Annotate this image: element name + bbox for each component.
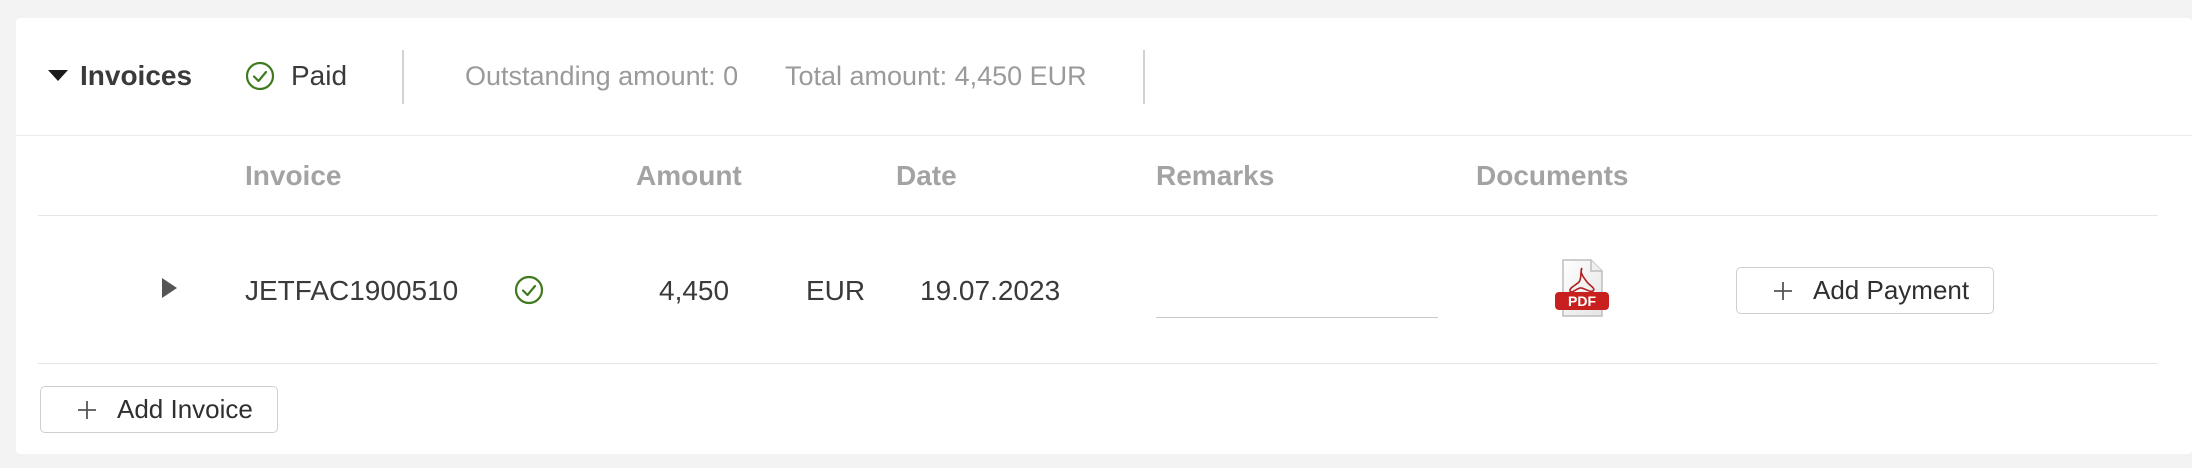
add-invoice-label: Add Invoice [117, 394, 253, 424]
total-amount: Total amount: 4,450 EUR [785, 61, 1087, 91]
check-circle-icon [514, 275, 544, 305]
invoice-currency: EUR [806, 275, 866, 306]
pdf-file-icon[interactable]: PDF [1552, 258, 1612, 320]
invoices-header: Invoices Paid Outstanding amount: 0 Tota… [16, 18, 2192, 136]
column-header-amount: Amount [636, 160, 742, 191]
section-title[interactable]: Invoices [80, 58, 192, 94]
divider [38, 363, 2158, 364]
status-label: Paid [291, 60, 348, 91]
divider [1143, 50, 1145, 104]
add-payment-label: Add Payment [1813, 275, 1970, 305]
check-circle-icon [245, 61, 275, 91]
invoice-number: JETFAC1900510 [245, 275, 459, 306]
divider [402, 50, 404, 104]
add-payment-button[interactable]: Add Payment [1736, 267, 1994, 314]
remarks-input[interactable] [1156, 276, 1438, 318]
invoice-amount: 4,450 [659, 275, 730, 306]
plus-icon [1774, 281, 1792, 300]
invoice-date: 19.07.2023 [920, 275, 1061, 306]
column-header-documents: Documents [1476, 160, 1629, 191]
caret-right-icon[interactable] [162, 278, 177, 298]
plus-icon [78, 400, 96, 419]
column-header-invoice: Invoice [245, 160, 342, 191]
caret-down-icon[interactable] [48, 70, 68, 81]
pdf-label: PDF [1568, 293, 1596, 309]
outstanding-amount: Outstanding amount: 0 [465, 61, 739, 91]
divider [38, 215, 2158, 216]
column-header-remarks: Remarks [1156, 160, 1275, 191]
add-invoice-button[interactable]: Add Invoice [40, 386, 278, 433]
invoices-panel: Invoices Paid Outstanding amount: 0 Tota… [16, 18, 2192, 454]
column-header-date: Date [896, 160, 957, 191]
